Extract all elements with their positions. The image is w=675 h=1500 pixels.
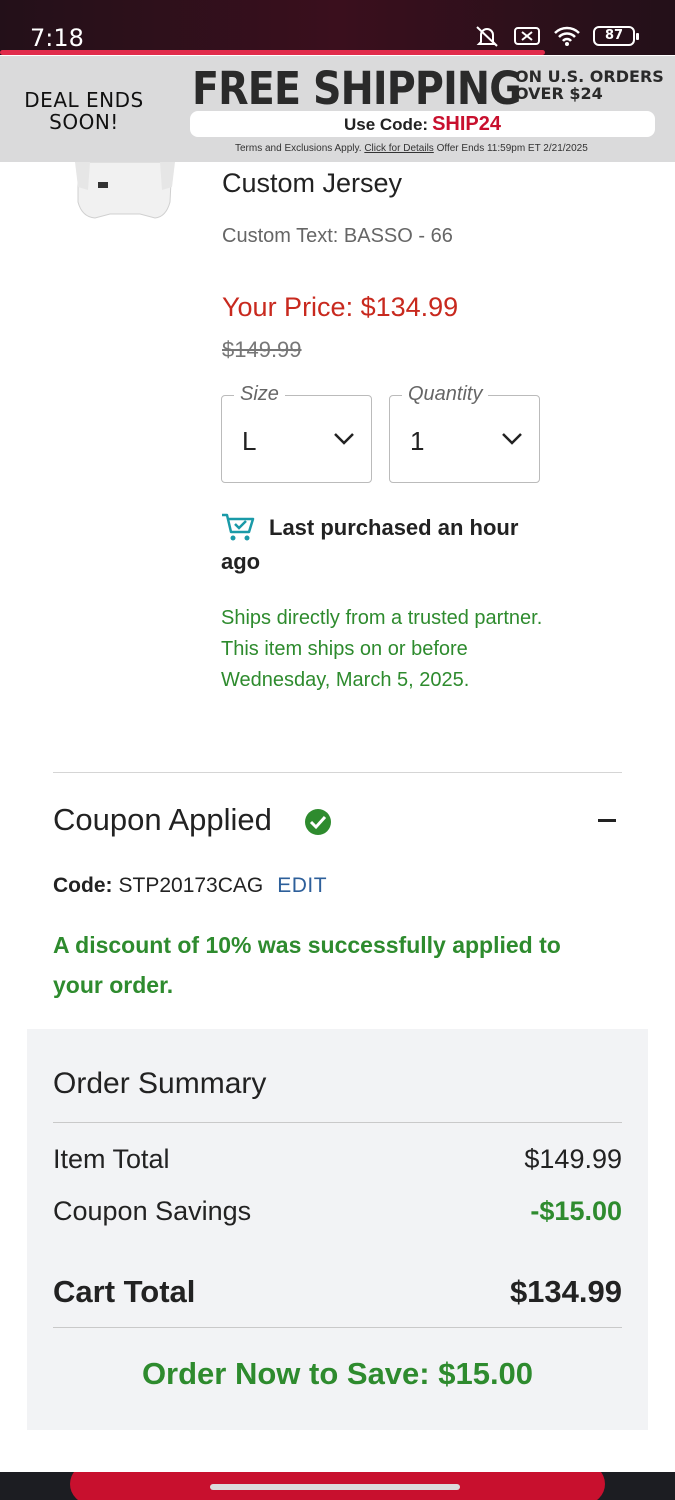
chevron-down-icon — [502, 433, 522, 445]
free-shipping-headline: FREE SHIPPING — [192, 62, 522, 115]
coupon-savings-label: Coupon Savings — [53, 1196, 252, 1226]
summary-divider — [53, 1122, 622, 1123]
discount-message: A discount of 10% was successfully appli… — [53, 932, 561, 998]
edit-coupon-link[interactable]: EDIT — [277, 874, 327, 897]
shipping-note: Ships directly from a trusted partner. T… — [221, 607, 543, 691]
status-time: 7:18 — [30, 24, 84, 52]
status-bar: 7:18 87 — [0, 0, 675, 55]
cart-total-row: Cart Total $134.99 — [53, 1274, 622, 1310]
wifi-icon — [554, 26, 580, 46]
battery-icon: 87 — [593, 26, 639, 46]
promo-code: SHIP24 — [432, 113, 501, 135]
quantity-value: 1 — [410, 426, 425, 456]
promo-banner[interactable]: DEAL ENDS SOON! FREE SHIPPING ON U.S. OR… — [0, 56, 675, 162]
cart-total-label: Cart Total — [53, 1274, 196, 1309]
order-now-savings: Order Now to Save: $15.00 — [141, 1356, 534, 1391]
coupon-savings-row: Coupon Savings -$15.00 — [53, 1196, 622, 1227]
product-image[interactable] — [70, 162, 180, 222]
coupon-code-row: Code: STP20173CAG EDIT — [53, 874, 327, 898]
cart-total-value: $134.99 — [509, 1274, 622, 1309]
terms-suffix: Offer Ends 11:59pm ET 2/21/2025 — [436, 143, 588, 154]
conditions-line-2: OVER $24 — [515, 84, 603, 103]
coupon-code-label: Code: — [53, 874, 113, 897]
item-total-row: Item Total $149.99 — [53, 1144, 622, 1175]
quantity-label: Quantity — [402, 383, 489, 406]
promo-code-box: Use Code: SHIP24 — [190, 111, 655, 137]
conditions-line-1: ON U.S. ORDERS — [515, 67, 664, 86]
check-circle-icon — [305, 809, 331, 835]
order-summary: Order Summary Item Total $149.99 Coupon … — [27, 1029, 648, 1430]
home-indicator[interactable] — [210, 1484, 460, 1490]
promo-terms: Terms and Exclusions Apply. Click for De… — [235, 143, 588, 154]
free-shipping-conditions: ON U.S. ORDERS OVER $24 — [515, 68, 664, 102]
product-title[interactable]: Custom Jersey — [222, 168, 402, 199]
last-purchased-note: Last purchased an hour ago — [221, 515, 519, 574]
quantity-select[interactable]: Quantity 1 — [389, 383, 540, 483]
mute-icon — [476, 26, 498, 47]
coupon-savings-value: -$15.00 — [530, 1196, 622, 1226]
chevron-down-icon — [334, 433, 354, 445]
original-price: $149.99 — [222, 337, 302, 362]
size-value: L — [242, 426, 257, 456]
item-total-label: Item Total — [53, 1144, 170, 1174]
your-price: Your Price: $134.99 — [222, 292, 459, 322]
deal-ends-label: DEAL ENDS SOON! — [24, 88, 144, 134]
order-summary-title: Order Summary — [53, 1067, 267, 1100]
summary-divider — [53, 1327, 622, 1328]
collapse-coupon-button[interactable] — [598, 819, 616, 822]
page-load-progress — [0, 50, 545, 55]
status-icons: 87 — [473, 24, 639, 48]
product-custom-text: Custom Text: BASSO - 66 — [222, 225, 453, 247]
terms-prefix: Terms and Exclusions Apply. — [235, 143, 362, 154]
no-data-icon — [514, 27, 540, 45]
coupon-applied-title: Coupon Applied — [53, 802, 272, 837]
size-select[interactable]: Size L — [221, 383, 372, 483]
section-divider — [53, 772, 622, 773]
coupon-code-value: STP20173CAG — [118, 874, 264, 897]
terms-details-link[interactable]: Click for Details — [364, 143, 433, 154]
size-label: Size — [234, 383, 285, 406]
item-total-value: $149.99 — [524, 1144, 622, 1174]
use-code-label: Use Code: — [343, 115, 429, 134]
